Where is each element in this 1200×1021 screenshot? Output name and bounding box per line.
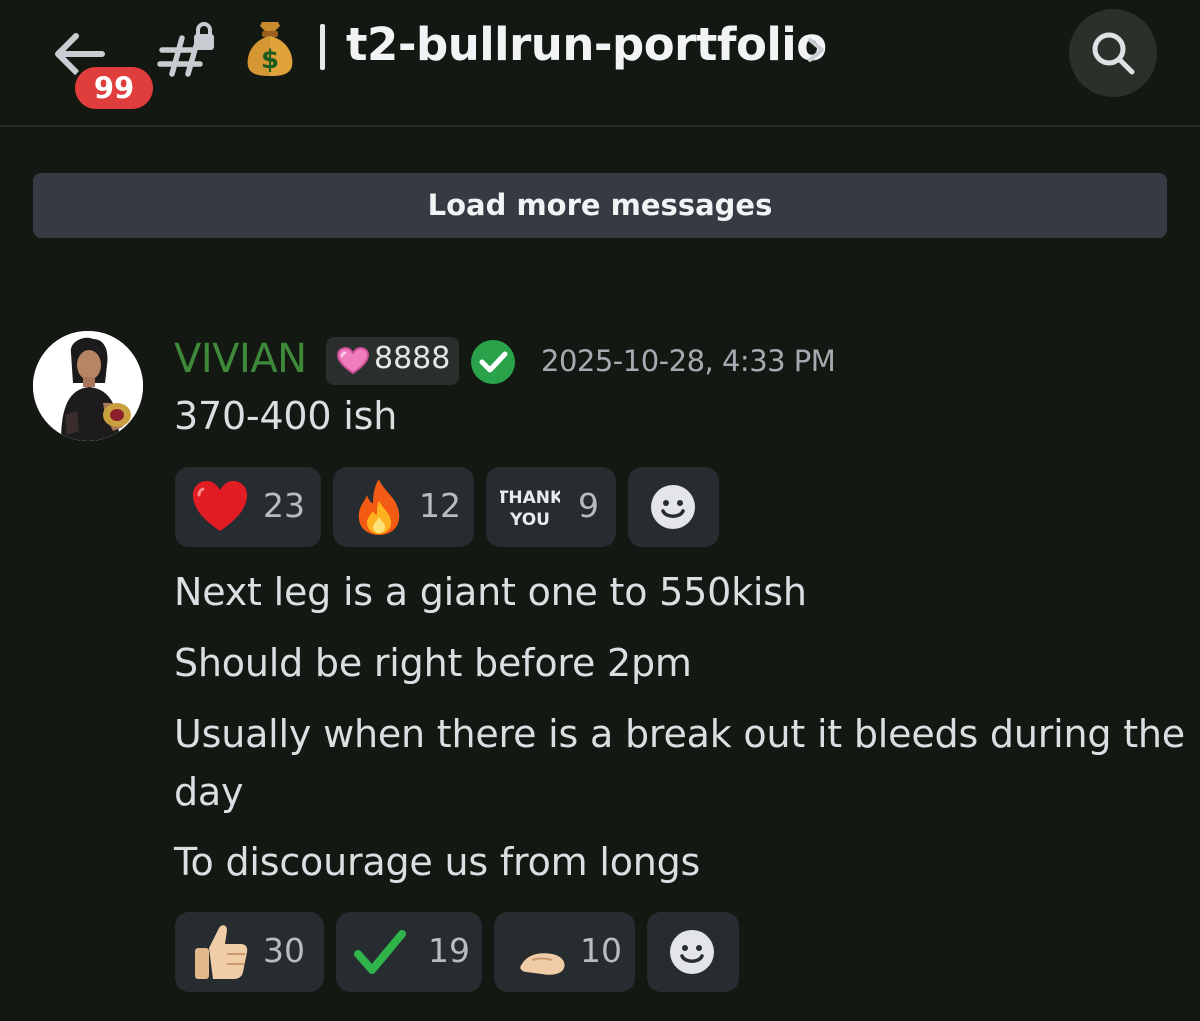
- reaction-count: 10: [580, 931, 622, 970]
- message-text-line: 370-400 ish: [174, 394, 398, 438]
- red-heart-icon: [193, 481, 247, 531]
- message-text-line: Should be right before 2pm: [174, 641, 692, 685]
- load-more-messages-button[interactable]: Load more messages: [33, 173, 1167, 238]
- channel-header: 99 $ t2-bullrun-portfolio: [0, 0, 1200, 127]
- reaction-count: 30: [263, 931, 305, 970]
- reaction-writing-hand[interactable]: 10: [494, 912, 635, 992]
- svg-text:$: $: [261, 45, 279, 75]
- unread-count-badge: 99: [72, 64, 156, 112]
- reaction-green-check[interactable]: 19: [336, 912, 482, 992]
- message-text-line: Usually when there is a break out it ble…: [174, 712, 1185, 756]
- message-timestamp: 2025-10-28, 4:33 PM: [541, 344, 836, 378]
- reaction-count: 12: [419, 486, 461, 525]
- add-reaction-button[interactable]: [628, 467, 719, 547]
- server-tag-badge[interactable]: 8888: [326, 337, 459, 385]
- reaction-red-heart[interactable]: 23: [175, 467, 321, 547]
- reaction-count: 9: [578, 486, 599, 525]
- channel-divider: [320, 24, 325, 70]
- search-button[interactable]: [1069, 9, 1157, 97]
- fire-icon: [358, 479, 400, 535]
- svg-text:YOU: YOU: [509, 510, 550, 530]
- reaction-count: 19: [428, 931, 470, 970]
- add-reaction-smiley-icon: [670, 930, 714, 974]
- locked-hash-icon: [156, 20, 220, 82]
- pink-heart-icon: [337, 347, 369, 375]
- channel-name[interactable]: t2-bullrun-portfolio: [346, 18, 827, 71]
- verified-check-icon: [469, 338, 517, 386]
- message-text-line: To discourage us from longs: [174, 840, 701, 884]
- add-reaction-smiley-icon: [651, 485, 695, 529]
- message-text-line: day: [174, 770, 244, 814]
- search-icon: [1092, 32, 1135, 75]
- avatar[interactable]: [33, 331, 143, 441]
- chevron-right-icon[interactable]: [804, 32, 828, 68]
- green-check-icon: [354, 930, 406, 974]
- thank-you-sticker-icon: THANK YOU: [500, 488, 560, 530]
- message-author[interactable]: VIVIAN: [174, 336, 307, 382]
- money-bag-icon: $: [244, 18, 296, 78]
- server-tag-text: 8888: [374, 341, 451, 376]
- svg-text:THANK: THANK: [500, 488, 560, 508]
- thumbs-up-icon: [195, 925, 248, 979]
- reaction-count: 23: [263, 486, 305, 525]
- add-reaction-button[interactable]: [647, 912, 739, 992]
- reaction-thumbs-up[interactable]: 30: [175, 912, 324, 992]
- message-text-line: Next leg is a giant one to 550kish: [174, 570, 807, 614]
- writing-hand-icon: [510, 928, 565, 980]
- reaction-thank-you[interactable]: THANK YOU 9: [486, 467, 616, 547]
- reaction-fire[interactable]: 12: [333, 467, 474, 547]
